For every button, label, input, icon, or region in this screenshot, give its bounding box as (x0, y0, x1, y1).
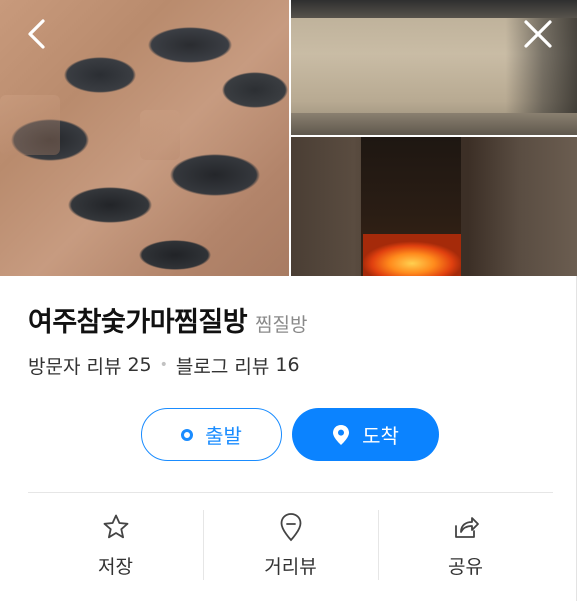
save-label: 저장 (98, 556, 133, 578)
place-name: 여주참숯가마찜질방 (28, 307, 248, 338)
back-button[interactable] (16, 14, 56, 54)
blog-review-label[interactable]: 블로그 리뷰 (176, 352, 269, 379)
separator-dot: • (159, 357, 168, 373)
divider (28, 492, 553, 493)
title-row: 여주참숯가마찜질방 찜질방 (28, 300, 558, 340)
bottom-action-bar: 저장 거리뷰 공유 (28, 508, 553, 580)
map-pin-outline-icon (279, 510, 303, 544)
close-button[interactable] (518, 14, 558, 54)
arrive-button[interactable]: 도착 (292, 408, 439, 461)
star-icon (102, 510, 130, 544)
street-view-label: 거리뷰 (264, 556, 317, 578)
save-button[interactable]: 저장 (28, 508, 203, 580)
share-button[interactable]: 공유 (378, 508, 553, 580)
chevron-left-icon (28, 19, 45, 49)
share-icon (452, 510, 480, 544)
place-card: 여주참숯가마찜질방 찜질방 방문자 리뷰 25 • 블로그 리뷰 16 출발 도… (0, 0, 577, 601)
street-view-button[interactable]: 거리뷰 (203, 508, 378, 580)
share-label: 공유 (448, 556, 483, 578)
map-pin-icon (332, 424, 350, 446)
arrive-label: 도착 (362, 424, 399, 448)
visitor-review-label[interactable]: 방문자 리뷰 (28, 352, 121, 379)
depart-button[interactable]: 출발 (141, 408, 282, 461)
photo-kiln-fire[interactable] (291, 137, 577, 276)
close-icon (524, 20, 552, 48)
review-summary: 방문자 리뷰 25 • 블로그 리뷰 16 (28, 350, 300, 380)
visitor-review-count[interactable]: 25 (127, 354, 151, 376)
depart-label: 출발 (205, 424, 242, 448)
place-category: 찜질방 (255, 314, 308, 336)
blog-review-count[interactable]: 16 (275, 354, 299, 376)
origin-dot-icon (181, 428, 194, 441)
photo-gallery[interactable] (0, 0, 577, 276)
